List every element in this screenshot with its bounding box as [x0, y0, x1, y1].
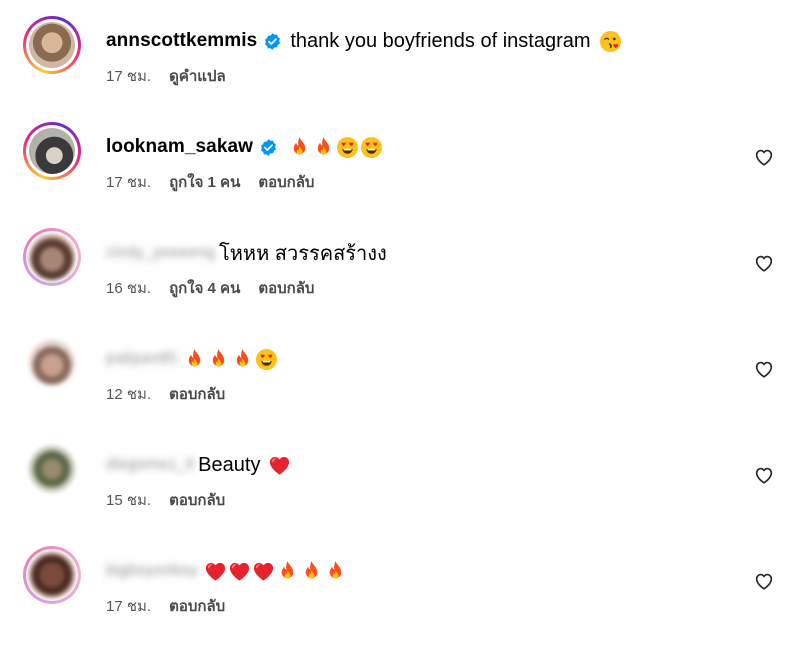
comment-item: looknam_sakaw 17 ชม. ถูกใจ 1 คน ตอบกลับ	[0, 106, 800, 212]
reply-button[interactable]: ตอบกลับ	[169, 492, 225, 509]
reply-button[interactable]: ตอบกลับ	[169, 598, 225, 615]
comment-item: diegomez_9 Beauty 15 ชม. ตอบกลับ	[0, 424, 800, 530]
comment-timestamp: 17 ชม.	[106, 174, 152, 191]
fire-emoji-icon	[324, 560, 347, 583]
comment-username[interactable]: cindy_yeeeeng	[106, 244, 215, 262]
comment-timestamp: 16 ชม.	[106, 280, 152, 297]
fire-emoji-icon	[207, 348, 230, 371]
fire-emoji-icon	[276, 560, 299, 583]
verified-badge-icon	[259, 138, 278, 157]
comment-text: thank you boyfriends of instagram	[290, 29, 591, 52]
comment-timestamp: 17 ชม.	[106, 68, 152, 85]
translate-link[interactable]: ดูคำแปล	[169, 68, 226, 85]
fire-emoji-icon	[231, 348, 254, 371]
fire-emoji-icon	[183, 348, 206, 371]
comment-text: Beauty	[198, 453, 261, 476]
kiss-emoji-icon	[599, 30, 622, 53]
comment-username[interactable]: patipan85	[106, 350, 177, 368]
comment-username[interactable]: bigboyonboy	[106, 562, 198, 580]
reply-button[interactable]: ตอบกลับ	[169, 386, 225, 403]
comment-timestamp: 12 ชม.	[106, 386, 152, 403]
fire-emoji-icon	[288, 136, 311, 159]
reply-button[interactable]: ตอบกลับ	[258, 174, 314, 191]
like-heart-icon[interactable]	[753, 146, 775, 168]
like-count-link[interactable]: ถูกใจ 1 คน	[169, 174, 240, 191]
like-heart-icon[interactable]	[753, 358, 775, 380]
comment-username[interactable]: diegomez_9	[106, 456, 194, 474]
heart-eyes-emoji-icon	[336, 136, 359, 159]
comment-username[interactable]: annscottkemmis	[106, 30, 257, 52]
like-heart-icon[interactable]	[753, 570, 775, 592]
avatar[interactable]	[23, 16, 81, 74]
comment-item: annscottkemmis thank you boyfriends of i…	[0, 0, 800, 106]
like-heart-icon[interactable]	[753, 252, 775, 274]
red-heart-emoji-icon	[228, 560, 251, 583]
red-heart-emoji-icon	[204, 560, 227, 583]
comment-text: โหหห สวรรคสร้างง	[218, 243, 387, 265]
comment-item: patipan85 12 ชม. ตอบกลับ	[0, 318, 800, 424]
comment-item: cindy_yeeeeng โหหห สวรรคสร้างง 16 ชม. ถูก…	[0, 212, 800, 318]
avatar[interactable]	[23, 440, 81, 498]
fire-emoji-icon	[300, 560, 323, 583]
like-heart-icon[interactable]	[753, 464, 775, 486]
heart-eyes-emoji-icon	[255, 348, 278, 371]
verified-badge-icon	[263, 32, 282, 51]
heart-eyes-emoji-icon	[360, 136, 383, 159]
red-heart-emoji-icon	[252, 560, 275, 583]
avatar[interactable]	[23, 334, 81, 392]
comment-timestamp: 15 ชม.	[106, 492, 152, 509]
avatar[interactable]	[23, 228, 81, 286]
comment-username[interactable]: looknam_sakaw	[106, 136, 253, 158]
comment-timestamp: 17 ชม.	[106, 598, 152, 615]
comment-item: bigboyonboy 17 ชม. ตอบกลับ	[0, 530, 800, 636]
fire-emoji-icon	[312, 136, 335, 159]
avatar[interactable]	[23, 546, 81, 604]
reply-button[interactable]: ตอบกลับ	[258, 280, 314, 297]
like-count-link[interactable]: ถูกใจ 4 คน	[169, 280, 240, 297]
avatar[interactable]	[23, 122, 81, 180]
red-heart-emoji-icon	[268, 454, 291, 477]
